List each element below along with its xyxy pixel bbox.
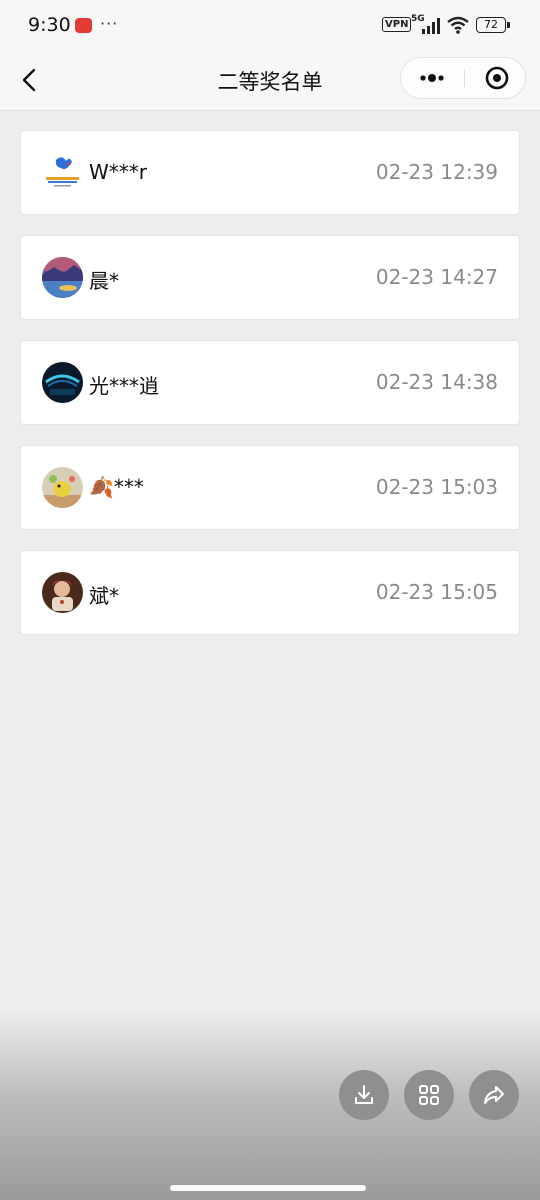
wifi-icon — [447, 16, 469, 34]
share-icon — [484, 1086, 504, 1104]
winner-name: W***r — [89, 160, 147, 184]
bottom-overlay — [0, 1010, 540, 1200]
avatar — [42, 362, 83, 403]
download-button[interactable] — [339, 1070, 389, 1120]
apps-grid-button[interactable] — [404, 1070, 454, 1120]
avatar — [42, 152, 83, 193]
winner-name: 光***逍 — [89, 374, 159, 398]
win-time: 02-23 15:05 — [375, 580, 498, 604]
more-dots-icon — [420, 74, 444, 82]
win-time: 02-23 15:03 — [375, 475, 498, 499]
avatar — [42, 467, 83, 508]
winner-name: 🍂*** — [89, 475, 144, 499]
notification-app-icon — [75, 18, 92, 33]
navigation-bar: 二等奖名单 — [0, 52, 540, 111]
list-item[interactable]: 🍂*** 02-23 15:03 — [20, 445, 520, 530]
winner-name: 晨* — [89, 269, 119, 293]
avatar — [42, 572, 83, 613]
list-item[interactable]: 斌* 02-23 15:05 — [20, 550, 520, 635]
winner-list: W***r 02-23 12:39 晨* 02-23 14:27 光***逍 0… — [20, 130, 520, 655]
vpn-badge: VPN — [382, 17, 412, 32]
status-bar: 9:30 ··· VPN 5G 72 — [0, 0, 540, 52]
signal-icon — [422, 18, 440, 34]
close-miniprogram-button[interactable] — [465, 58, 527, 98]
win-time: 02-23 12:39 — [375, 160, 498, 184]
target-close-icon — [485, 66, 509, 90]
home-indicator[interactable] — [170, 1185, 366, 1191]
share-button[interactable] — [469, 1070, 519, 1120]
win-time: 02-23 14:38 — [375, 370, 498, 394]
miniprogram-capsule — [400, 57, 526, 99]
winner-name: 斌* — [89, 584, 119, 608]
more-notifications-indicator: ··· — [100, 14, 119, 33]
status-time: 9:30 — [28, 14, 71, 36]
win-time: 02-23 14:27 — [375, 265, 498, 289]
back-button[interactable] — [14, 62, 50, 98]
more-options-button[interactable] — [401, 58, 463, 98]
chevron-left-icon — [22, 68, 36, 92]
list-item[interactable]: W***r 02-23 12:39 — [20, 130, 520, 215]
list-item[interactable]: 光***逍 02-23 14:38 — [20, 340, 520, 425]
download-icon — [355, 1085, 373, 1104]
grid-icon — [419, 1085, 439, 1105]
battery-indicator: 72 — [476, 17, 510, 33]
list-item[interactable]: 晨* 02-23 14:27 — [20, 235, 520, 320]
avatar — [42, 257, 83, 298]
